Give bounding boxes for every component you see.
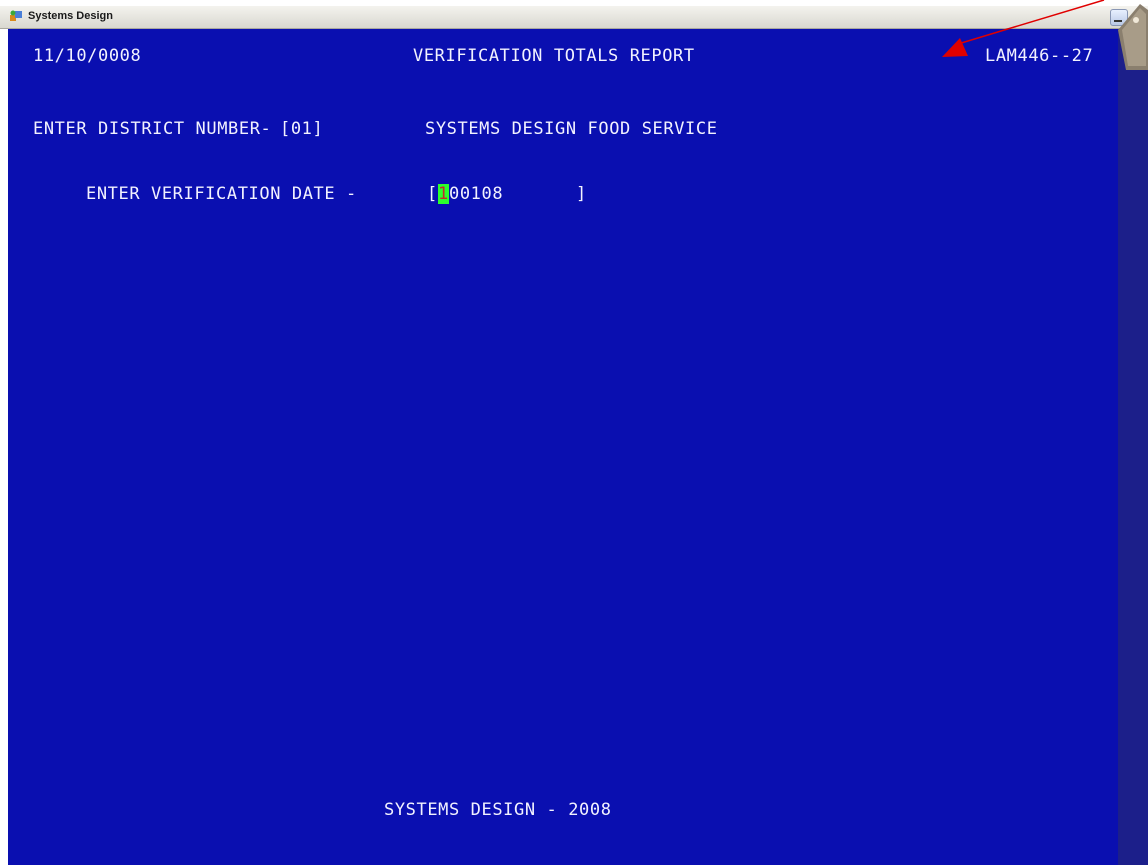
application-window: Systems Design 11/10/0008 VERIFICATION T… bbox=[0, 0, 1148, 865]
red-arrow-icon bbox=[942, 0, 1105, 57]
